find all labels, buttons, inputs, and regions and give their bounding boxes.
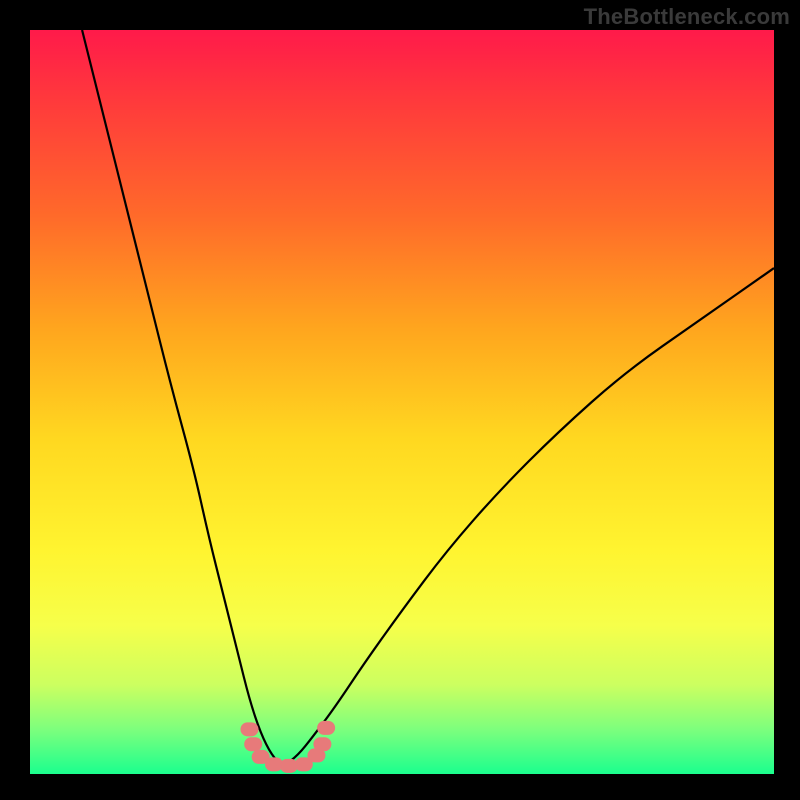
- chart-frame: TheBottleneck.com: [0, 0, 800, 800]
- chart-svg: [0, 0, 800, 800]
- series-right-branch: [283, 268, 774, 766]
- series-left-branch: [82, 30, 283, 767]
